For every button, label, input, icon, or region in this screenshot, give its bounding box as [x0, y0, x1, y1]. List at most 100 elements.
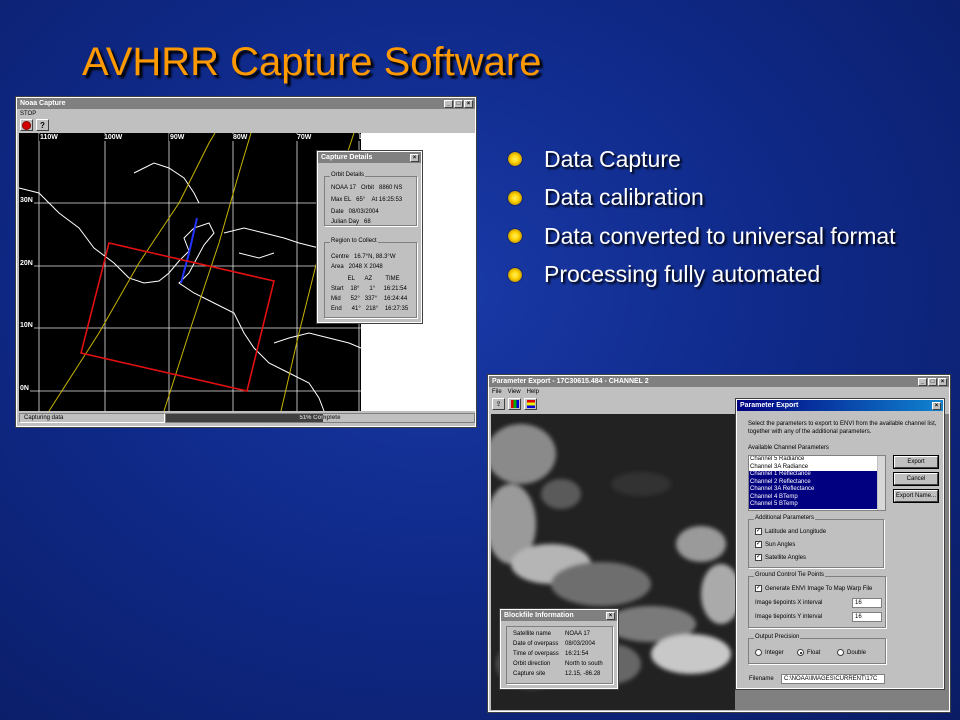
latlon-checkbox[interactable]: ✓ Latitude and Longitude: [755, 528, 826, 535]
noaa-capture-titlebar[interactable]: Noaa Capture _ □ ×: [17, 98, 475, 109]
x-interval-input[interactable]: 16: [852, 598, 882, 608]
field-value: North to south: [565, 661, 603, 667]
lon-label: 80W: [232, 134, 249, 141]
satellite-angles-checkbox[interactable]: ✓ Satellite Angles: [755, 554, 806, 561]
dialog-title: Parameter Export: [740, 402, 799, 409]
dialog-title: Blockfile Information: [504, 612, 574, 619]
precision-float-radio[interactable]: Float: [797, 649, 820, 656]
y-interval-input[interactable]: 16: [852, 612, 882, 622]
radio-label: Integer: [765, 649, 784, 656]
channel-item[interactable]: Channel 3A Radiance: [749, 464, 885, 472]
maximize-icon[interactable]: □: [928, 377, 937, 386]
menu-file[interactable]: File: [492, 389, 502, 395]
field-label: Date of overpass: [513, 641, 559, 647]
bullet-item: Data calibration: [508, 179, 896, 218]
field-label: Time of overpass: [513, 651, 559, 657]
cancel-button[interactable]: Cancel: [893, 472, 939, 486]
x-interval-label: Image tiepoints X interval: [755, 600, 823, 606]
bullet-item: Data Capture: [508, 140, 896, 179]
field-value: NOAA 17: [565, 631, 591, 637]
channel-item[interactable]: Channel 5 BTemp: [749, 501, 885, 509]
menu-stop[interactable]: STOP: [20, 111, 36, 117]
table-header: EL AZ TIME: [331, 276, 400, 282]
orbit-line: Julian Day 68: [331, 219, 371, 225]
channel-item[interactable]: Channel 4 BTemp: [749, 493, 885, 501]
lon-label: 110W: [39, 134, 59, 141]
warp-file-checkbox[interactable]: ✓ Generate ENVI Image To Map Warp File: [755, 585, 872, 592]
radio-icon: [837, 649, 844, 656]
export-button[interactable]: Export: [893, 455, 939, 469]
minimize-icon[interactable]: _: [918, 377, 927, 386]
channel-item[interactable]: Channel 1 Reflectance: [749, 471, 885, 479]
progress-bar: 51% Complete: [165, 413, 475, 423]
stop-button[interactable]: [20, 119, 33, 131]
list-scrollbar[interactable]: [877, 456, 885, 510]
sun-angles-checkbox[interactable]: ✓ Sun Angles: [755, 541, 795, 548]
statusbar: Capturing data 51% Complete: [19, 413, 475, 423]
field-label: Satellite name: [513, 631, 552, 637]
status-text: Capturing data: [19, 413, 165, 423]
close-icon[interactable]: ×: [606, 611, 615, 620]
channel-item[interactable]: Channel 5 Radiance: [749, 456, 885, 464]
help-button[interactable]: ?: [36, 119, 49, 131]
groupbox-label: Ground Control Tie Points: [754, 572, 826, 578]
capture-map[interactable]: 110W 100W 90W 80W 70W L 30N 20N 10N 0N: [19, 133, 361, 411]
blockfile-titlebar[interactable]: Blockfile Information ×: [501, 610, 617, 621]
window-title: Noaa Capture: [20, 100, 66, 107]
lat-label: 30N: [19, 197, 34, 204]
menubar: File View Help: [489, 387, 949, 396]
close-icon[interactable]: ×: [410, 153, 419, 162]
export-icon: ⇪: [495, 401, 502, 408]
checkbox-icon: ✓: [755, 585, 762, 592]
filename-input[interactable]: C:\NOAA\IMAGES\CURRENT\17C: [781, 674, 885, 684]
capture-details-dialog: Capture Details × Orbit Details NOAA 17 …: [316, 150, 423, 324]
bullet-icon: [508, 190, 522, 205]
minimize-icon[interactable]: _: [444, 99, 453, 108]
filename-label: Filename: [749, 676, 774, 682]
field-value: 12.15, -86.28: [565, 671, 601, 677]
close-icon[interactable]: ×: [464, 99, 473, 108]
palette-tool-button[interactable]: [524, 398, 537, 410]
parameter-export-dialog-titlebar[interactable]: Parameter Export ×: [737, 400, 943, 411]
menu-view[interactable]: View: [508, 389, 521, 395]
bullet-icon: [508, 152, 522, 167]
bullet-text: Data calibration: [544, 184, 704, 211]
precision-integer-radio[interactable]: Integer: [755, 649, 784, 656]
radio-label: Double: [847, 649, 867, 656]
lon-label: 90W: [169, 134, 186, 141]
radio-icon: [797, 649, 804, 656]
bullet-icon: [508, 267, 522, 282]
checkbox-label: Satellite Angles: [765, 554, 807, 561]
region-line: Area 2048 X 2048: [331, 264, 383, 270]
toolbar: ?: [17, 117, 475, 133]
groupbox-label: Output Precision: [754, 634, 801, 640]
channel-item[interactable]: Channel 3A Reflectance: [749, 486, 885, 494]
list-label: Available Channel Parameters: [748, 445, 829, 451]
field-value: 08/03/2004: [565, 641, 596, 647]
orbit-line: NOAA 17 Orbit 8860 NS: [331, 185, 403, 191]
capture-details-titlebar[interactable]: Capture Details ×: [318, 152, 421, 163]
lat-label: 10N: [19, 322, 34, 329]
checkbox-label: Generate ENVI Image To Map Warp File: [765, 585, 873, 592]
close-icon[interactable]: ×: [938, 377, 947, 386]
orbit-line: Date 08/03/2004: [331, 209, 379, 215]
channel-listbox[interactable]: Channel 5 Radiance Channel 3A Radiance C…: [748, 455, 886, 511]
channels-tool-button[interactable]: [508, 398, 521, 410]
precision-double-radio[interactable]: Double: [837, 649, 866, 656]
export-tool-button[interactable]: ⇪: [492, 398, 505, 410]
bullet-icon: [508, 229, 522, 244]
radio-icon: [755, 649, 762, 656]
export-name-button[interactable]: Export Name...: [893, 489, 939, 503]
close-icon[interactable]: ×: [932, 401, 941, 410]
checkbox-icon: ✓: [755, 528, 762, 535]
lat-label: 0N: [19, 385, 30, 392]
maximize-icon[interactable]: □: [454, 99, 463, 108]
menu-help[interactable]: Help: [527, 389, 539, 395]
channel-item[interactable]: Channel 2 Reflectance: [749, 478, 885, 486]
parameter-export-titlebar[interactable]: Parameter Export - 17C30615.484 - CHANNE…: [489, 376, 949, 387]
channels-icon: [510, 400, 519, 408]
groupbox-label: Region to Collect: [330, 238, 378, 244]
bullet-text: Processing fully automated: [544, 261, 821, 288]
progress-label: 51% Complete: [299, 415, 341, 421]
slide-title: AVHRR Capture Software: [82, 40, 542, 84]
